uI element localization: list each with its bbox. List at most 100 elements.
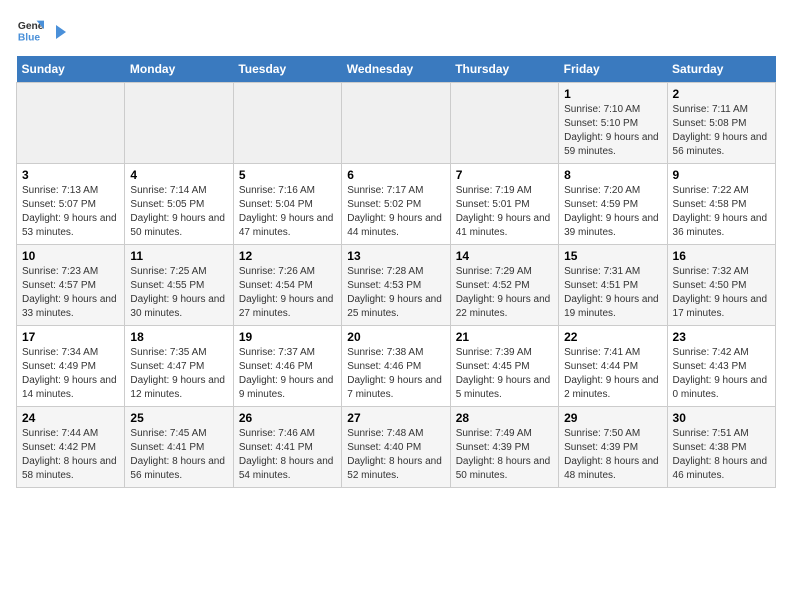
day-info: Sunrise: 7:50 AM Sunset: 4:39 PM Dayligh… — [564, 427, 661, 483]
calendar-week-4: 17 Sunrise: 7:34 AM Sunset: 4:49 PM Dayli… — [17, 326, 776, 407]
calendar-cell: 20 Sunrise: 7:38 AM Sunset: 4:46 PM Dayli… — [342, 326, 450, 407]
day-number: 4 — [130, 168, 227, 182]
day-info: Sunrise: 7:28 AM Sunset: 4:53 PM Dayligh… — [347, 265, 444, 321]
day-number: 7 — [456, 168, 553, 182]
day-number: 15 — [564, 249, 661, 263]
day-info: Sunrise: 7:16 AM Sunset: 5:04 PM Dayligh… — [239, 184, 336, 240]
svg-text:Blue: Blue — [18, 32, 41, 43]
day-info: Sunrise: 7:19 AM Sunset: 5:01 PM Dayligh… — [456, 184, 553, 240]
calendar-cell: 23Sunrise: 7:42 AM Sunset: 4:43 PM Dayli… — [667, 326, 775, 407]
calendar-cell: 25 Sunrise: 7:45 AM Sunset: 4:41 PM Dayli… — [125, 407, 233, 488]
calendar-cell: 18 Sunrise: 7:35 AM Sunset: 4:47 PM Dayli… — [125, 326, 233, 407]
day-info: Sunrise: 7:32 AM Sunset: 4:50 PM Dayligh… — [673, 265, 770, 321]
day-number: 11 — [130, 249, 227, 263]
day-number: 25 — [130, 411, 227, 425]
day-info: Sunrise: 7:25 AM Sunset: 4:55 PM Dayligh… — [130, 265, 227, 321]
header-day-monday: Monday — [125, 56, 233, 83]
day-number: 23 — [673, 330, 770, 344]
day-number: 8 — [564, 168, 661, 182]
day-number: 13 — [347, 249, 444, 263]
day-number: 29 — [564, 411, 661, 425]
calendar-cell — [342, 83, 450, 164]
day-number: 3 — [22, 168, 119, 182]
calendar-cell: 15 Sunrise: 7:31 AM Sunset: 4:51 PM Dayli… — [559, 245, 667, 326]
calendar-cell: 17 Sunrise: 7:34 AM Sunset: 4:49 PM Dayli… — [17, 326, 125, 407]
day-number: 17 — [22, 330, 119, 344]
day-info: Sunrise: 7:37 AM Sunset: 4:46 PM Dayligh… — [239, 346, 336, 402]
calendar-cell: 14 Sunrise: 7:29 AM Sunset: 4:52 PM Dayli… — [450, 245, 558, 326]
calendar-week-3: 10 Sunrise: 7:23 AM Sunset: 4:57 PM Dayli… — [17, 245, 776, 326]
day-number: 28 — [456, 411, 553, 425]
day-info: Sunrise: 7:31 AM Sunset: 4:51 PM Dayligh… — [564, 265, 661, 321]
calendar-cell — [233, 83, 341, 164]
day-number: 26 — [239, 411, 336, 425]
day-info: Sunrise: 7:51 AM Sunset: 4:38 PM Dayligh… — [673, 427, 770, 483]
day-number: 18 — [130, 330, 227, 344]
calendar-cell: 6Sunrise: 7:17 AM Sunset: 5:02 PM Daylig… — [342, 164, 450, 245]
day-info: Sunrise: 7:35 AM Sunset: 4:47 PM Dayligh… — [130, 346, 227, 402]
day-number: 10 — [22, 249, 119, 263]
day-info: Sunrise: 7:46 AM Sunset: 4:41 PM Dayligh… — [239, 427, 336, 483]
day-number: 30 — [673, 411, 770, 425]
day-number: 12 — [239, 249, 336, 263]
day-number: 22 — [564, 330, 661, 344]
calendar-cell: 5Sunrise: 7:16 AM Sunset: 5:04 PM Daylig… — [233, 164, 341, 245]
day-info: Sunrise: 7:45 AM Sunset: 4:41 PM Dayligh… — [130, 427, 227, 483]
calendar-cell: 2 Sunrise: 7:11 AM Sunset: 5:08 PM Daylig… — [667, 83, 775, 164]
day-number: 2 — [673, 87, 770, 101]
day-info: Sunrise: 7:34 AM Sunset: 4:49 PM Dayligh… — [22, 346, 119, 402]
calendar-table: SundayMondayTuesdayWednesdayThursdayFrid… — [16, 56, 776, 488]
calendar-cell: 30 Sunrise: 7:51 AM Sunset: 4:38 PM Dayli… — [667, 407, 775, 488]
calendar-cell: 29 Sunrise: 7:50 AM Sunset: 4:39 PM Dayli… — [559, 407, 667, 488]
day-number: 9 — [673, 168, 770, 182]
day-number: 1 — [564, 87, 661, 101]
calendar-cell: 4 Sunrise: 7:14 AM Sunset: 5:05 PM Daylig… — [125, 164, 233, 245]
day-info: Sunrise: 7:38 AM Sunset: 4:46 PM Dayligh… — [347, 346, 444, 402]
day-info: Sunrise: 7:22 AM Sunset: 4:58 PM Dayligh… — [673, 184, 770, 240]
day-info: Sunrise: 7:23 AM Sunset: 4:57 PM Dayligh… — [22, 265, 119, 321]
calendar-cell — [450, 83, 558, 164]
day-info: Sunrise: 7:14 AM Sunset: 5:05 PM Dayligh… — [130, 184, 227, 240]
calendar-cell: 3 Sunrise: 7:13 AM Sunset: 5:07 PM Daylig… — [17, 164, 125, 245]
calendar-cell — [125, 83, 233, 164]
header: General Blue — [16, 16, 776, 44]
header-day-tuesday: Tuesday — [233, 56, 341, 83]
day-info: Sunrise: 7:48 AM Sunset: 4:40 PM Dayligh… — [347, 427, 444, 483]
calendar-cell — [17, 83, 125, 164]
day-info: Sunrise: 7:20 AM Sunset: 4:59 PM Dayligh… — [564, 184, 661, 240]
day-info: Sunrise: 7:11 AM Sunset: 5:08 PM Dayligh… — [673, 103, 770, 159]
day-number: 14 — [456, 249, 553, 263]
day-number: 16 — [673, 249, 770, 263]
header-day-sunday: Sunday — [17, 56, 125, 83]
day-info: Sunrise: 7:49 AM Sunset: 4:39 PM Dayligh… — [456, 427, 553, 483]
day-number: 24 — [22, 411, 119, 425]
day-number: 20 — [347, 330, 444, 344]
header-day-saturday: Saturday — [667, 56, 775, 83]
calendar-cell: 28 Sunrise: 7:49 AM Sunset: 4:39 PM Dayli… — [450, 407, 558, 488]
logo-icon: General Blue — [16, 16, 44, 44]
calendar-cell: 21Sunrise: 7:39 AM Sunset: 4:45 PM Dayli… — [450, 326, 558, 407]
header-day-thursday: Thursday — [450, 56, 558, 83]
calendar-cell: 27Sunrise: 7:48 AM Sunset: 4:40 PM Dayli… — [342, 407, 450, 488]
header-day-wednesday: Wednesday — [342, 56, 450, 83]
calendar-cell: 1 Sunrise: 7:10 AM Sunset: 5:10 PM Daylig… — [559, 83, 667, 164]
calendar-cell: 7 Sunrise: 7:19 AM Sunset: 5:01 PM Daylig… — [450, 164, 558, 245]
calendar-week-1: 1 Sunrise: 7:10 AM Sunset: 5:10 PM Daylig… — [17, 83, 776, 164]
calendar-cell: 19Sunrise: 7:37 AM Sunset: 4:46 PM Dayli… — [233, 326, 341, 407]
day-info: Sunrise: 7:13 AM Sunset: 5:07 PM Dayligh… — [22, 184, 119, 240]
calendar-header: SundayMondayTuesdayWednesdayThursdayFrid… — [17, 56, 776, 83]
day-number: 6 — [347, 168, 444, 182]
day-info: Sunrise: 7:26 AM Sunset: 4:54 PM Dayligh… — [239, 265, 336, 321]
calendar-week-2: 3 Sunrise: 7:13 AM Sunset: 5:07 PM Daylig… — [17, 164, 776, 245]
header-day-friday: Friday — [559, 56, 667, 83]
logo-arrow-icon — [50, 23, 68, 41]
calendar-cell: 8 Sunrise: 7:20 AM Sunset: 4:59 PM Daylig… — [559, 164, 667, 245]
calendar-cell: 22Sunrise: 7:41 AM Sunset: 4:44 PM Dayli… — [559, 326, 667, 407]
day-info: Sunrise: 7:44 AM Sunset: 4:42 PM Dayligh… — [22, 427, 119, 483]
day-info: Sunrise: 7:10 AM Sunset: 5:10 PM Dayligh… — [564, 103, 661, 159]
calendar-cell: 11 Sunrise: 7:25 AM Sunset: 4:55 PM Dayli… — [125, 245, 233, 326]
day-info: Sunrise: 7:29 AM Sunset: 4:52 PM Dayligh… — [456, 265, 553, 321]
calendar-week-5: 24 Sunrise: 7:44 AM Sunset: 4:42 PM Dayli… — [17, 407, 776, 488]
calendar-cell: 9 Sunrise: 7:22 AM Sunset: 4:58 PM Daylig… — [667, 164, 775, 245]
calendar-cell: 24 Sunrise: 7:44 AM Sunset: 4:42 PM Dayli… — [17, 407, 125, 488]
